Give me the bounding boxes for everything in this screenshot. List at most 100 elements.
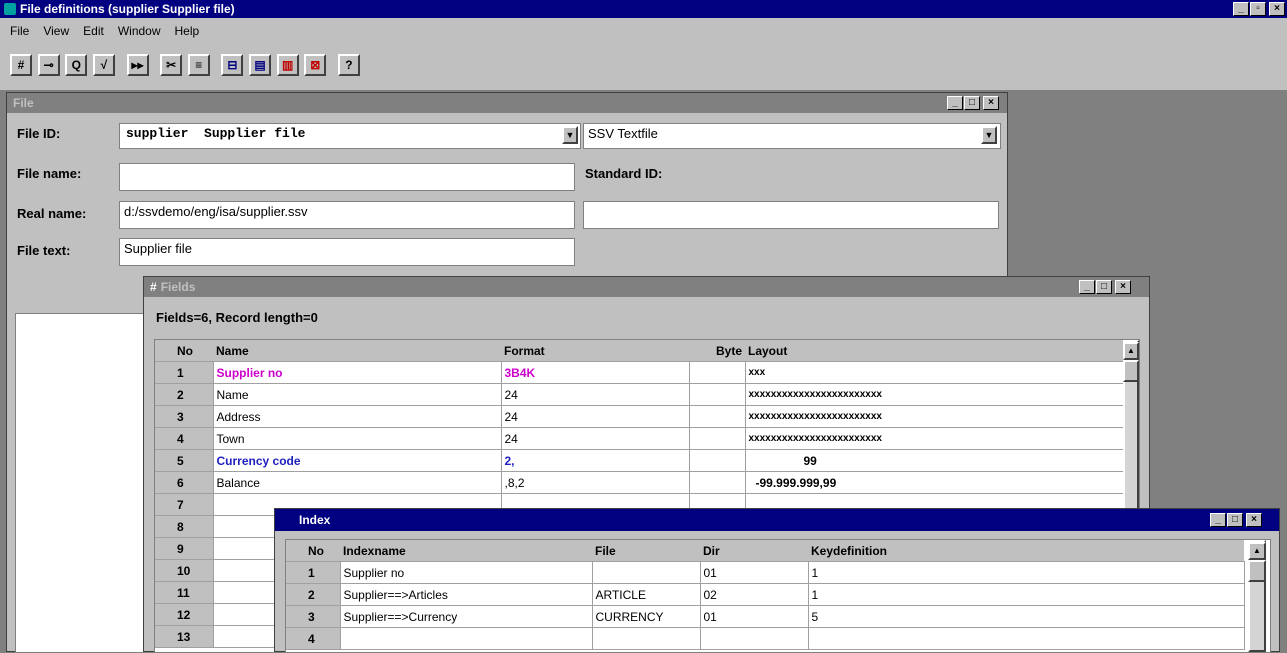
col-header-keydefinition[interactable]: Keydefinition — [808, 540, 1244, 562]
field-layout-cell[interactable]: xxxxxxxxxxxxxxxxxxxxxxxx — [745, 405, 1124, 428]
field-layout-cell[interactable]: xxxxxxxxxxxxxxxxxxxxxxxx — [745, 427, 1124, 450]
field-format-cell[interactable]: 24 — [501, 383, 690, 406]
index-name-cell[interactable]: Supplier==>Currency — [340, 605, 593, 628]
index-file-cell[interactable]: CURRENCY — [592, 605, 701, 628]
table-row[interactable]: 3 Address 24 xxxxxxxxxxxxxxxxxxxxxxxx — [155, 405, 1124, 428]
col-header-file[interactable]: File — [592, 540, 700, 562]
key-icon[interactable]: ⊸ — [37, 54, 60, 76]
maximize-button[interactable]: □ — [964, 96, 980, 110]
index-dir-cell[interactable] — [700, 627, 809, 650]
col-header-dir[interactable]: Dir — [700, 540, 808, 562]
table-row[interactable]: 1 Supplier no 01 1 — [286, 561, 1245, 584]
help-icon[interactable]: ? — [337, 54, 360, 76]
index-key-cell[interactable]: 5 — [808, 605, 1245, 628]
table-row[interactable]: 2 Supplier==>Articles ARTICLE 02 1 — [286, 583, 1245, 606]
minimize-button[interactable]: _ — [1079, 280, 1095, 294]
window-red-icon[interactable]: ▥ — [276, 54, 299, 76]
field-format-cell[interactable]: 24 — [501, 427, 690, 450]
table-row[interactable]: 6 Balance ,8,2 -99.999.999,99 — [155, 471, 1124, 494]
col-header-byte[interactable]: Byte — [689, 340, 745, 362]
field-name-cell[interactable]: Address — [213, 405, 502, 428]
menu-help[interactable]: Help — [175, 24, 200, 48]
table-row[interactable]: 5 Currency code 2, 99 — [155, 449, 1124, 472]
index-key-cell[interactable] — [808, 627, 1245, 650]
col-header-name[interactable]: Name — [213, 340, 501, 362]
scissors-icon[interactable]: ✂ — [160, 54, 183, 76]
field-name-cell[interactable]: Town — [213, 427, 502, 450]
field-layout-cell[interactable]: xxxxxxxxxxxxxxxxxxxxxxxx — [745, 383, 1124, 406]
file-name-field[interactable] — [119, 163, 575, 191]
form-icon[interactable]: ⊟ — [221, 54, 244, 76]
close-button[interactable]: × — [983, 96, 999, 110]
index-file-cell[interactable] — [592, 627, 701, 650]
minimize-button[interactable]: _ — [947, 96, 963, 110]
check-icon[interactable]: √ — [92, 54, 115, 76]
index-key-cell[interactable]: 1 — [808, 561, 1245, 584]
file-id-combo[interactable]: supplier Supplier file — [119, 123, 581, 149]
minimize-button[interactable]: _ — [1210, 513, 1226, 527]
file-type-combo[interactable]: SSV Textfile — [583, 123, 1001, 149]
field-format-cell[interactable]: 24 — [501, 405, 690, 428]
close-button[interactable]: × — [1115, 280, 1131, 294]
menu-file[interactable]: File — [10, 24, 29, 48]
field-format-cell[interactable]: 2, — [501, 449, 690, 472]
field-name-cell[interactable]: Name — [213, 383, 502, 406]
index-header-row: No Indexname File Dir Keydefinition — [286, 540, 1244, 562]
index-name-cell[interactable]: Supplier no — [340, 561, 593, 584]
file-text-field[interactable]: Supplier file — [119, 238, 575, 266]
file-id-dropdown-icon[interactable]: ▼ — [562, 126, 578, 144]
restore-button[interactable]: ▫ — [1250, 2, 1266, 16]
col-header-indexname[interactable]: Indexname — [340, 540, 592, 562]
field-format-cell[interactable]: 3B4K — [501, 361, 690, 384]
field-name-cell[interactable]: Currency code — [213, 449, 502, 472]
close-button[interactable]: × — [1246, 513, 1262, 527]
field-byte-cell[interactable] — [689, 383, 746, 406]
table-row[interactable]: 4 — [286, 627, 1245, 650]
maximize-button[interactable]: □ — [1096, 280, 1112, 294]
file-type-dropdown-icon[interactable]: ▼ — [981, 126, 997, 144]
scroll-up-icon[interactable]: ▲ — [1123, 342, 1139, 360]
index-name-cell[interactable] — [340, 627, 593, 650]
delete-icon[interactable]: ⊠ — [304, 54, 327, 76]
index-dir-cell[interactable]: 01 — [700, 561, 809, 584]
scroll-thumb[interactable] — [1123, 360, 1139, 382]
index-dir-cell[interactable]: 02 — [700, 583, 809, 606]
index-dir-cell[interactable]: 01 — [700, 605, 809, 628]
field-name-cell[interactable]: Balance — [213, 471, 502, 494]
fast-forward-icon[interactable]: ▸▸ — [126, 54, 149, 76]
field-layout-cell[interactable]: -99.999.999,99 — [745, 471, 1124, 494]
close-button[interactable]: × — [1269, 2, 1285, 16]
table-row[interactable]: 1 Supplier no 3B4K xxx — [155, 361, 1124, 384]
menu-edit[interactable]: Edit — [83, 24, 104, 48]
index-key-cell[interactable]: 1 — [808, 583, 1245, 606]
table-row[interactable]: 2 Name 24 xxxxxxxxxxxxxxxxxxxxxxxx — [155, 383, 1124, 406]
table-row[interactable]: 3 Supplier==>Currency CURRENCY 01 5 — [286, 605, 1245, 628]
col-header-format[interactable]: Format — [501, 340, 689, 362]
window-icon[interactable]: ▤ — [249, 54, 271, 76]
field-byte-cell[interactable] — [689, 361, 746, 384]
col-header-layout[interactable]: Layout — [745, 340, 1123, 362]
field-byte-cell[interactable] — [689, 449, 746, 472]
maximize-button[interactable]: □ — [1227, 513, 1243, 527]
field-byte-cell[interactable] — [689, 427, 746, 450]
hash-icon[interactable]: # — [10, 54, 32, 76]
standard-id-field[interactable] — [583, 201, 999, 229]
menu-window[interactable]: Window — [118, 24, 161, 48]
table-row[interactable]: 4 Town 24 xxxxxxxxxxxxxxxxxxxxxxxx — [155, 427, 1124, 450]
field-name-cell[interactable]: Supplier no — [213, 361, 502, 384]
scroll-thumb[interactable] — [1248, 560, 1266, 582]
index-file-cell[interactable] — [592, 561, 701, 584]
field-layout-cell[interactable]: xxx — [745, 361, 1124, 384]
index-file-cell[interactable]: ARTICLE — [592, 583, 701, 606]
field-byte-cell[interactable] — [689, 405, 746, 428]
scroll-up-icon[interactable]: ▲ — [1248, 542, 1266, 560]
search-icon[interactable]: Q — [65, 54, 88, 76]
field-format-cell[interactable]: ,8,2 — [501, 471, 690, 494]
menu-view[interactable]: View — [43, 24, 69, 48]
minimize-button[interactable]: _ — [1233, 2, 1249, 16]
index-name-cell[interactable]: Supplier==>Articles — [340, 583, 593, 606]
list-icon[interactable]: ≡ — [187, 54, 210, 76]
field-layout-cell[interactable]: 99 — [745, 449, 1124, 472]
real-name-field[interactable]: d:/ssvdemo/eng/isa/supplier.ssv — [119, 201, 575, 229]
field-byte-cell[interactable] — [689, 471, 746, 494]
